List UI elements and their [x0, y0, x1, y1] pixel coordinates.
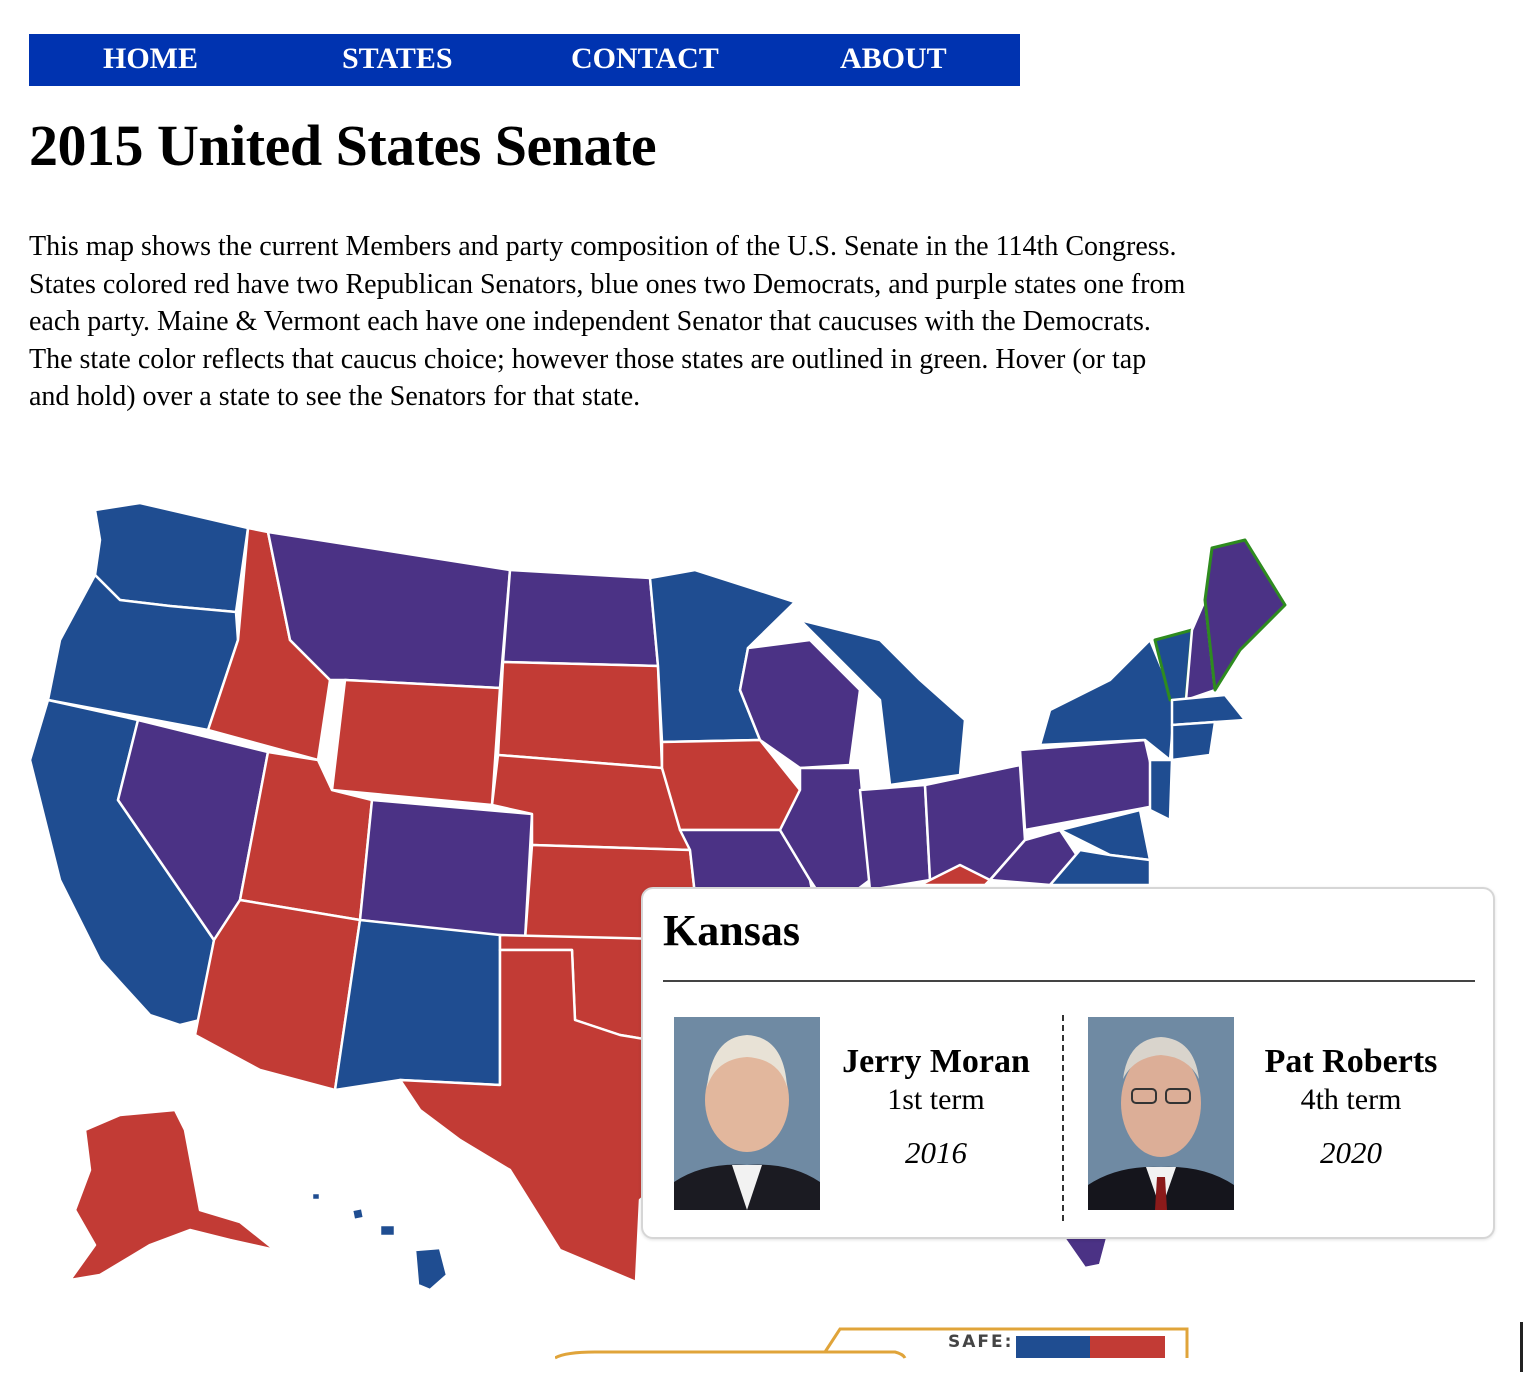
state-south-dakota[interactable] — [496, 660, 664, 770]
legend-safe-republican-swatch — [1090, 1336, 1165, 1358]
senator-2-term: 4th term — [1300, 1083, 1402, 1116]
senator-2-year: 2020 — [1320, 1135, 1382, 1170]
senator-1-term: 1st term — [887, 1083, 985, 1116]
state-new-york[interactable] — [1038, 638, 1177, 762]
state-new-jersey[interactable] — [1148, 758, 1174, 822]
nav-contact-link[interactable]: CONTACT — [571, 42, 719, 76]
top-navbar: HOME STATES CONTACT ABOUT — [29, 34, 1020, 86]
portrait-image — [1088, 1017, 1234, 1210]
senator-2-name: Pat Roberts — [1264, 1043, 1438, 1080]
popup-divider-line — [663, 980, 1475, 982]
senator-divider — [1062, 1015, 1064, 1221]
senator-1-year: 2016 — [905, 1135, 967, 1170]
text-cursor — [1520, 1322, 1523, 1372]
state-connecticut[interactable] — [1170, 720, 1217, 762]
state-new-mexico[interactable] — [333, 918, 502, 1092]
legend-safe-label: SAFE: — [948, 1332, 1014, 1352]
senator-1-photo — [674, 1017, 820, 1210]
state-indiana[interactable] — [858, 783, 932, 892]
nav-states-link[interactable]: STATES — [342, 42, 453, 76]
state-senators-popup: Kansas Jerry Moran 1st term 2016 Pat Rob… — [641, 887, 1495, 1239]
state-alaska[interactable] — [68, 1108, 277, 1282]
nav-home-link[interactable]: HOME — [103, 42, 198, 76]
state-massachusetts[interactable] — [1170, 693, 1247, 727]
state-colorado[interactable] — [358, 798, 534, 942]
senator-1-name: Jerry Moran — [842, 1043, 1030, 1080]
nav-about-link[interactable]: ABOUT — [840, 42, 947, 76]
state-hawaii[interactable] — [310, 1191, 449, 1292]
state-wyoming[interactable] — [330, 678, 502, 807]
state-florida-tip[interactable] — [1060, 1233, 1110, 1270]
legend-safe-democrat-swatch — [1016, 1336, 1090, 1358]
portrait-image — [674, 1017, 820, 1210]
state-north-dakota[interactable] — [501, 568, 660, 668]
intro-paragraph: This map shows the current Members and p… — [29, 231, 1186, 412]
state-washington[interactable] — [93, 501, 250, 614]
state-maine[interactable] — [1203, 538, 1287, 692]
popup-state-name: Kansas — [663, 906, 800, 955]
senator-2-photo — [1088, 1017, 1234, 1210]
page-title: 2015 United States Senate — [29, 113, 657, 178]
